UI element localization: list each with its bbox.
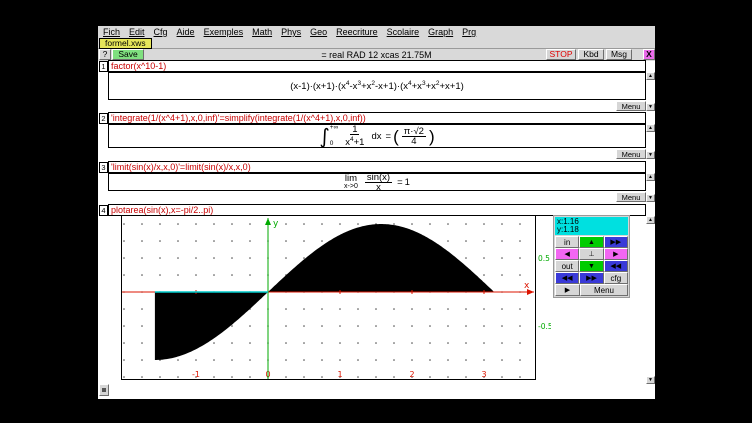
close-session-button[interactable]: X bbox=[643, 49, 655, 60]
stop-button[interactable]: STOP bbox=[546, 49, 576, 60]
integral-icon: ∫ bbox=[319, 126, 329, 146]
equals-sign: = bbox=[397, 177, 403, 188]
svg-text:x: x bbox=[524, 281, 530, 291]
menu-cfg[interactable]: Cfg bbox=[154, 27, 168, 37]
scroll-down-icon[interactable]: ▼ bbox=[646, 151, 655, 159]
xcas-window: Fich Edit Cfg Aide Exemples Math Phys Ge… bbox=[97, 25, 656, 400]
level-2-output: ∫ +∞ 0 1 x4+1 dx = ( π·√2 4 ) bbox=[108, 124, 646, 148]
level-2-number[interactable]: 2 bbox=[99, 113, 108, 124]
graph-menu-button[interactable]: Menu bbox=[580, 284, 628, 296]
level-3-command-input[interactable]: 'limit(sin(x)/x,x,0)'=limit(sin(x)/x,x,0… bbox=[108, 161, 646, 173]
menu-exemples[interactable]: Exemples bbox=[204, 27, 244, 37]
level-2-menu-button[interactable]: Menu bbox=[616, 149, 646, 159]
menu-graph[interactable]: Graph bbox=[428, 27, 453, 37]
level-1-scrollbar[interactable]: ▲ ▼ bbox=[646, 72, 655, 111]
limit-value: 1 bbox=[405, 177, 410, 188]
fast-forward-icon[interactable]: ▶▶ bbox=[604, 236, 628, 248]
level-4-scrollbar[interactable]: ▲ ▼ bbox=[646, 216, 655, 384]
limit-expression: lim x->0 bbox=[344, 174, 358, 190]
pan-left-icon[interactable]: ◀ bbox=[555, 248, 579, 260]
menu-aide[interactable]: Aide bbox=[177, 27, 195, 37]
menu-bar: Fich Edit Cfg Aide Exemples Math Phys Ge… bbox=[98, 26, 655, 38]
config-button[interactable]: cfg bbox=[604, 272, 628, 284]
pan-right-icon[interactable]: ▶ bbox=[604, 248, 628, 260]
session-scroll-corner[interactable] bbox=[99, 384, 109, 396]
equals-sign: = bbox=[386, 131, 392, 142]
play-icon[interactable]: ▶ bbox=[555, 284, 580, 296]
factor-result: (x-1)·(x+1)·(x4-x3+x2-x+1)·(x4+x3+x2+x+1… bbox=[290, 80, 464, 92]
mouse-coordinates: x:1.16 y:1.18 bbox=[555, 217, 628, 235]
limit-fraction: sin(x) x bbox=[365, 173, 392, 191]
status-text[interactable]: = real RAD 12 xcas 21.75M bbox=[218, 50, 535, 60]
level-4-number[interactable]: 4 bbox=[99, 205, 108, 216]
scroll-thumb bbox=[102, 388, 106, 392]
svg-text:y: y bbox=[273, 219, 279, 229]
menu-fich[interactable]: Fich bbox=[103, 27, 120, 37]
integrand-fraction: 1 x4+1 bbox=[343, 125, 366, 147]
level-1-menu-button[interactable]: Menu bbox=[616, 101, 646, 111]
svg-text:0.5: 0.5 bbox=[538, 254, 550, 263]
svg-text:-1: -1 bbox=[192, 370, 200, 379]
messages-button[interactable]: Msg bbox=[606, 49, 632, 60]
scroll-down-icon[interactable]: ▼ bbox=[646, 103, 655, 111]
level-2-scrollbar[interactable]: ▲ ▼ bbox=[646, 124, 655, 159]
result-fraction: π·√2 4 bbox=[402, 127, 426, 146]
pan-down-icon[interactable]: ▼ bbox=[579, 260, 603, 272]
scroll-up-icon[interactable]: ▲ bbox=[646, 124, 655, 132]
screen: Fich Edit Cfg Aide Exemples Math Phys Ge… bbox=[0, 0, 752, 423]
anim-back-icon[interactable]: ◀◀ bbox=[555, 272, 579, 284]
scroll-down-icon[interactable]: ▼ bbox=[646, 376, 655, 384]
integral-lower-bound: 0 bbox=[330, 141, 338, 147]
coordinate-y: y:1.18 bbox=[557, 226, 626, 234]
integral-expression: ∫ +∞ 0 bbox=[319, 125, 338, 147]
level-3-menu-button[interactable]: Menu bbox=[616, 192, 646, 202]
zoom-in-button[interactable]: in bbox=[555, 236, 579, 248]
menu-edit[interactable]: Edit bbox=[129, 27, 145, 37]
menu-reecriture[interactable]: Reecriture bbox=[336, 27, 378, 37]
svg-text:1: 1 bbox=[337, 370, 342, 379]
menu-phys[interactable]: Phys bbox=[281, 27, 301, 37]
level-1-command-input[interactable]: factor(x^10-1) bbox=[108, 60, 646, 72]
svg-text:2: 2 bbox=[409, 370, 414, 379]
zoom-out-button[interactable]: out bbox=[555, 260, 579, 272]
integral-upper-bound: +∞ bbox=[330, 125, 338, 131]
level-1-number[interactable]: 1 bbox=[99, 61, 108, 72]
menu-scolaire[interactable]: Scolaire bbox=[387, 27, 420, 37]
keyboard-button[interactable]: Kbd bbox=[578, 49, 604, 60]
menu-math[interactable]: Math bbox=[252, 27, 272, 37]
scroll-up-icon[interactable]: ▲ bbox=[646, 216, 655, 224]
tab-formel-xws[interactable]: formel.xws bbox=[99, 38, 152, 49]
level-3-output: lim x->0 sin(x) x = 1 bbox=[108, 173, 646, 191]
anim-forward-icon[interactable]: ▶▶ bbox=[579, 272, 603, 284]
save-button[interactable]: Save bbox=[112, 49, 144, 60]
scroll-down-icon[interactable]: ▼ bbox=[646, 194, 655, 202]
scroll-up-icon[interactable]: ▲ bbox=[646, 173, 655, 181]
menu-geo[interactable]: Geo bbox=[310, 27, 327, 37]
level-1-output: (x-1)·(x+1)·(x4-x3+x2-x+1)·(x4+x3+x2+x+1… bbox=[108, 72, 646, 100]
tab-bar: formel.xws bbox=[98, 38, 655, 49]
scroll-up-icon[interactable]: ▲ bbox=[646, 72, 655, 80]
level-2-command-input[interactable]: 'integrate(1/(x^4+1),x,0,inf)'=simplify(… bbox=[108, 112, 646, 124]
help-button[interactable]: ? bbox=[99, 49, 111, 60]
menu-prg[interactable]: Prg bbox=[462, 27, 476, 37]
rewind-icon[interactable]: ◀◀ bbox=[604, 260, 628, 272]
svg-text:-0.5: -0.5 bbox=[538, 322, 551, 331]
pan-up-icon[interactable]: ▲ bbox=[579, 236, 603, 248]
svg-text:3: 3 bbox=[481, 370, 486, 379]
level-3-scrollbar[interactable]: ▲ ▼ bbox=[646, 173, 655, 202]
plot-canvas[interactable]: -101230.5-0.5xy bbox=[121, 215, 551, 383]
graph-control-panel: x:1.16 y:1.18 in ▲ ▶▶ ◀ ⊥ ▶ out ▼ ◀◀ ◀◀ … bbox=[553, 215, 630, 298]
orthonormal-button[interactable]: ⊥ bbox=[579, 248, 603, 260]
level-3-number[interactable]: 3 bbox=[99, 162, 108, 173]
dx-symbol: dx bbox=[371, 131, 381, 142]
